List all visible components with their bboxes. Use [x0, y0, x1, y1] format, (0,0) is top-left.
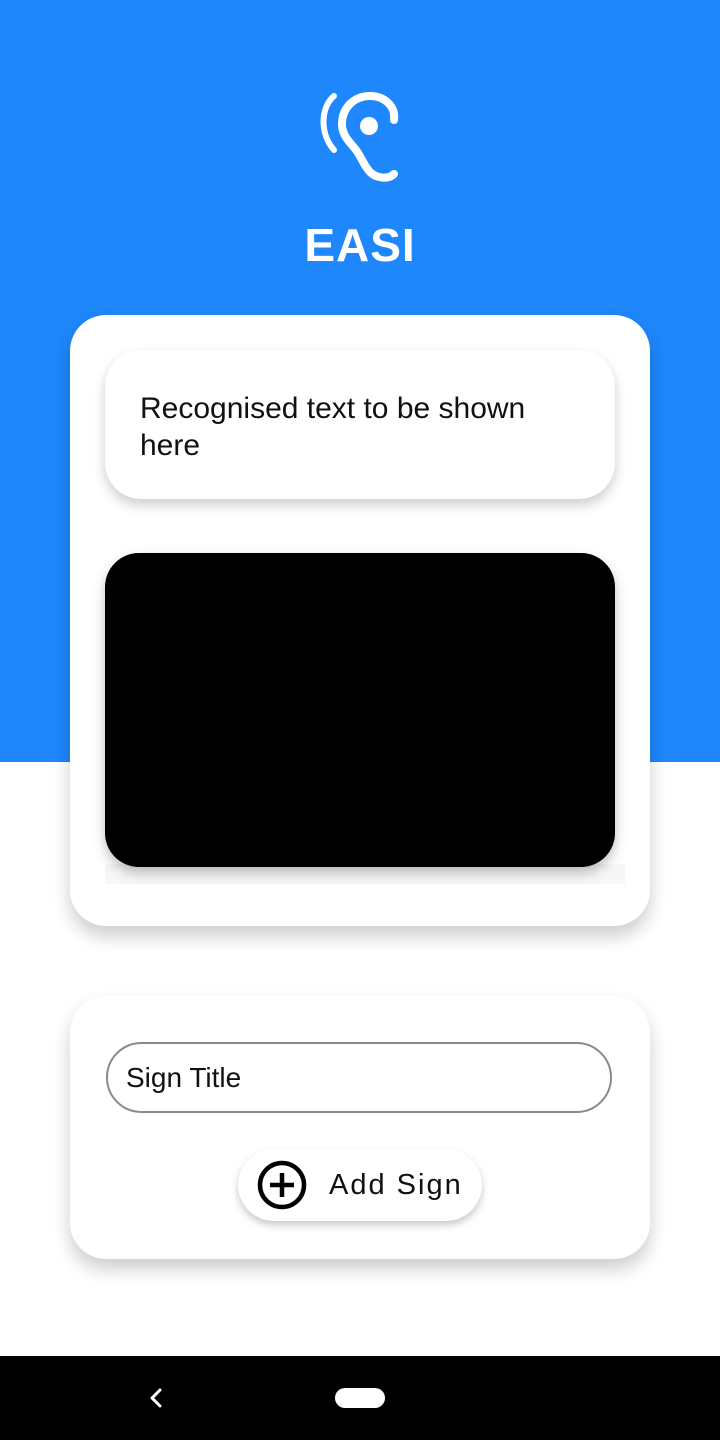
- camera-preview-shadow: [105, 864, 625, 884]
- home-pill-icon[interactable]: [335, 1388, 385, 1408]
- recognised-text-box: Recognised text to be shown here: [105, 350, 615, 499]
- add-sign-card: Add Sign: [70, 996, 650, 1259]
- back-chevron-icon[interactable]: [140, 1378, 170, 1418]
- sign-title-input[interactable]: [106, 1042, 612, 1113]
- system-navigation-bar: [0, 1356, 720, 1440]
- recognition-card: Recognised text to be shown here: [70, 315, 650, 926]
- add-sign-label: Add Sign: [329, 1169, 463, 1201]
- add-sign-button[interactable]: Add Sign: [238, 1149, 482, 1221]
- ear-listening-icon: [320, 91, 399, 182]
- plus-circle-icon: [257, 1160, 307, 1210]
- app-title: EASI: [304, 219, 416, 271]
- camera-preview: [105, 553, 615, 867]
